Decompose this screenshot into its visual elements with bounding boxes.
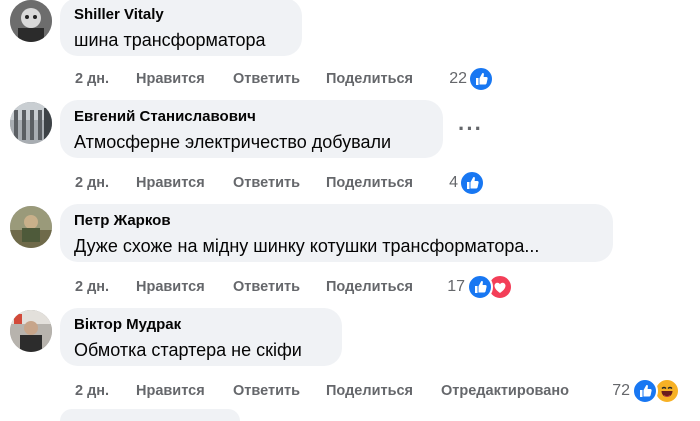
comment-text: Дуже схоже на мідну шинку котушки трансф…	[74, 236, 540, 256]
comment-bubble: Віктор Мудрак Обмотка стартера не скіфи	[60, 308, 342, 366]
comment-time[interactable]: 2 дн.	[75, 381, 109, 401]
avatar[interactable]	[10, 206, 52, 248]
share-button[interactable]: Поделиться	[326, 277, 413, 297]
like-icon[interactable]	[468, 66, 494, 92]
share-button[interactable]: Поделиться	[326, 69, 413, 89]
reply-button[interactable]: Ответить	[233, 173, 300, 193]
comment-bubble: Петр Жарков Дуже схоже на мідну шинку ко…	[60, 204, 613, 262]
reaction-count[interactable]: 22	[441, 68, 467, 90]
comment-time[interactable]: 2 дн.	[75, 69, 109, 89]
avatar[interactable]	[10, 102, 52, 144]
comment-time[interactable]: 2 дн.	[75, 173, 109, 193]
comment-time[interactable]: 2 дн.	[75, 277, 109, 297]
reply-button[interactable]: Ответить	[233, 381, 300, 401]
like-button[interactable]: Нравится	[136, 69, 205, 89]
avatar[interactable]	[10, 310, 52, 352]
reaction-count[interactable]: 4	[432, 172, 458, 194]
like-icon[interactable]	[459, 170, 485, 196]
comment-author[interactable]: Евгений Станиславович	[74, 108, 429, 126]
comment-bubble: Shiller Vitaly шина трансформатора	[60, 0, 302, 56]
reply-button[interactable]: Ответить	[233, 69, 300, 89]
like-icon[interactable]	[467, 274, 493, 300]
reaction-count[interactable]: 72	[606, 380, 630, 402]
comment-author[interactable]: Shiller Vitaly	[74, 6, 288, 24]
like-button[interactable]: Нравится	[136, 277, 205, 297]
like-icon[interactable]	[632, 378, 658, 404]
comment-bubble: Евгений Станиславович Атмосферне электри…	[60, 100, 443, 158]
edited-label[interactable]: Отредактировано	[441, 381, 569, 401]
more-options-icon[interactable]: ···	[458, 118, 483, 140]
comment-author[interactable]: Віктор Мудрак	[74, 316, 328, 334]
like-button[interactable]: Нравится	[136, 173, 205, 193]
reply-button[interactable]: Ответить	[233, 277, 300, 297]
avatar[interactable]	[10, 0, 52, 42]
comment-text: Атмосферне электричество добували	[74, 132, 392, 152]
comment-author[interactable]: Петр Жарков	[74, 212, 599, 230]
reaction-count[interactable]: 17	[441, 276, 465, 298]
comment-text: Обмотка стартера не скіфи	[74, 340, 302, 360]
share-button[interactable]: Поделиться	[326, 381, 413, 401]
share-button[interactable]: Поделиться	[326, 173, 413, 193]
comment-text: шина трансформатора	[74, 30, 266, 50]
like-button[interactable]: Нравится	[136, 381, 205, 401]
next-comment-bubble	[60, 409, 240, 421]
